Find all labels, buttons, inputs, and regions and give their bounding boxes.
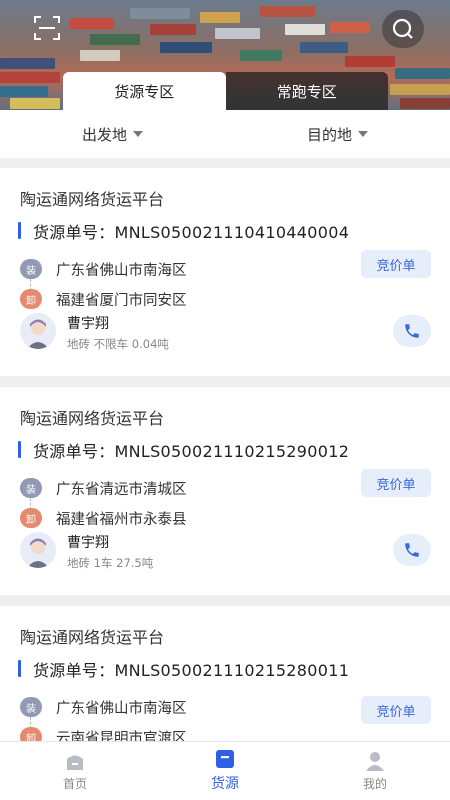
tab-cargo-zone[interactable]: 货源专区: [63, 72, 226, 110]
load-badge: 装: [20, 697, 42, 717]
caret-down-icon: [133, 131, 143, 137]
load-address: 广东省佛山市南海区: [56, 262, 187, 279]
cargo-card[interactable]: 陶运通网络货运平台 货源单号：MNLS050021110215280011 装 …: [0, 606, 450, 747]
load-route: 装 广东省佛山市南海区: [20, 696, 187, 718]
origin-filter[interactable]: 出发地: [0, 110, 225, 158]
search-button[interactable]: [382, 10, 424, 48]
scan-icon[interactable]: [34, 16, 60, 40]
order-accent-bar: [18, 222, 21, 239]
goods-info: 地砖 1车 27.5吨: [67, 556, 154, 570]
profile-icon: [364, 751, 386, 771]
bottom-nav: 首页 货源 我的: [0, 741, 450, 800]
load-route: 装 广东省清远市清城区: [20, 477, 187, 499]
bid-button[interactable]: 竞价单: [361, 696, 431, 724]
unload-address: 福建省福州市永泰县: [56, 511, 187, 528]
home-icon: [64, 751, 86, 771]
contact-name: 曹宇翔: [67, 316, 109, 332]
nav-profile-label: 我的: [362, 776, 387, 791]
nav-profile[interactable]: 我的: [300, 742, 450, 800]
bid-button[interactable]: 竞价单: [361, 250, 431, 278]
avatar: [20, 313, 56, 349]
contact-name: 曹宇翔: [67, 535, 109, 551]
order-number: 货源单号：MNLS050021110410440004: [33, 223, 350, 242]
nav-cargo[interactable]: 货源: [150, 742, 300, 800]
destination-filter[interactable]: 目的地: [225, 110, 450, 158]
load-address: 广东省清远市清城区: [56, 481, 187, 498]
unload-badge: 卸: [20, 289, 42, 309]
call-button[interactable]: [393, 315, 431, 347]
unload-badge: 卸: [20, 508, 42, 528]
goods-info: 地砖 不限车 0.04吨: [67, 337, 169, 351]
load-route: 装 广东省佛山市南海区: [20, 258, 187, 280]
platform-name: 陶运通网络货运平台: [20, 190, 165, 209]
call-button[interactable]: [393, 534, 431, 566]
order-accent-bar: [18, 441, 21, 458]
destination-filter-label: 目的地: [306, 125, 352, 144]
nav-home[interactable]: 首页: [0, 742, 150, 800]
unload-route: 卸 福建省福州市永泰县: [20, 507, 187, 529]
phone-icon: [405, 324, 419, 338]
order-number: 货源单号：MNLS050021110215290012: [33, 442, 350, 461]
nav-cargo-label: 货源: [211, 776, 239, 792]
platform-name: 陶运通网络货运平台: [20, 628, 165, 647]
bid-button[interactable]: 竞价单: [361, 469, 431, 497]
order-accent-bar: [18, 660, 21, 677]
unload-address: 福建省厦门市同安区: [56, 292, 187, 309]
unload-route: 卸 福建省厦门市同安区: [20, 288, 187, 310]
nav-home-label: 首页: [62, 776, 87, 791]
cargo-card[interactable]: 陶运通网络货运平台 货源单号：MNLS050021110215290012 装 …: [0, 387, 450, 595]
load-address: 广东省佛山市南海区: [56, 700, 187, 717]
search-icon: [392, 18, 413, 39]
order-number: 货源单号：MNLS050021110215280011: [33, 661, 350, 680]
phone-icon: [405, 543, 419, 557]
zone-tabs: 货源专区 常跑专区: [63, 72, 388, 110]
cargo-icon: [214, 749, 236, 769]
platform-name: 陶运通网络货运平台: [20, 409, 165, 428]
load-badge: 装: [20, 259, 42, 279]
caret-down-icon: [358, 131, 368, 137]
avatar: [20, 532, 56, 568]
load-badge: 装: [20, 478, 42, 498]
filter-bar: 出发地 目的地: [0, 110, 450, 158]
tab-regular-zone[interactable]: 常跑专区: [225, 72, 388, 110]
cargo-card[interactable]: 陶运通网络货运平台 货源单号：MNLS050021110410440004 装 …: [0, 168, 450, 376]
origin-filter-label: 出发地: [81, 125, 127, 144]
